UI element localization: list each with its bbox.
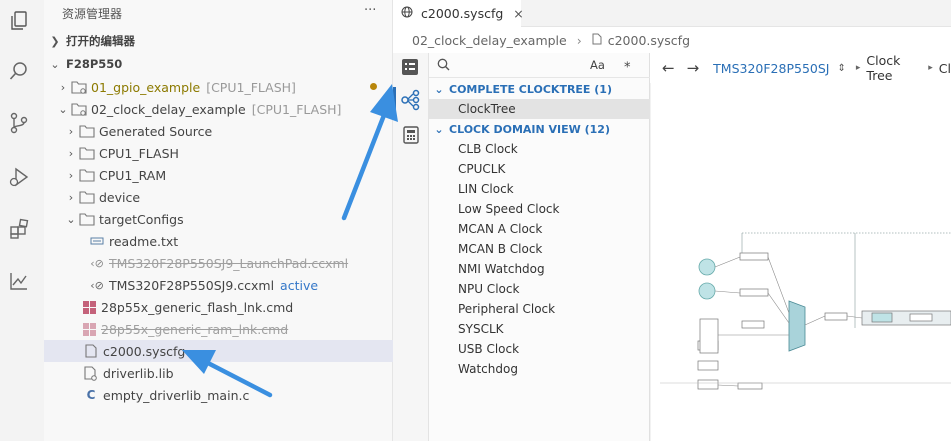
arrow-to-syscfg-file (182, 350, 273, 398)
annotation-arrows (182, 84, 398, 398)
arrow-to-clock-tree-icon (341, 84, 398, 221)
